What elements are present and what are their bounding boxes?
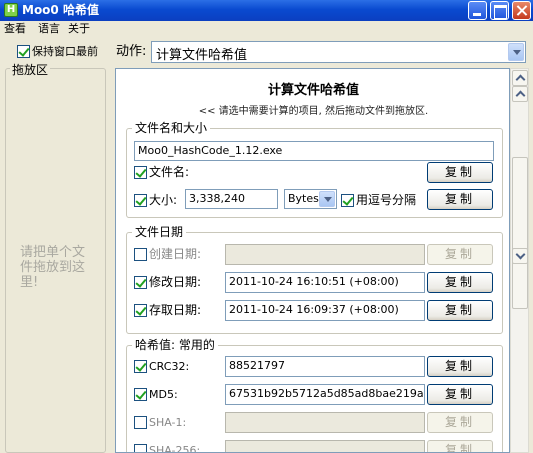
comma-option[interactable]: 用逗号分隔 xyxy=(341,192,416,208)
created-checkbox[interactable] xyxy=(134,248,147,261)
minimize-button[interactable] xyxy=(468,1,487,20)
window-title: Moo0 哈希值 xyxy=(22,3,99,17)
md5-checkbox[interactable] xyxy=(134,388,147,401)
filename-checkbox[interactable] xyxy=(134,166,147,179)
menu-about[interactable]: 关于 xyxy=(68,22,90,36)
title-bar[interactable]: H Moo0 哈希值 xyxy=(0,0,533,21)
filename-label: 文件名: xyxy=(149,165,190,179)
filename-option[interactable]: 文件名: xyxy=(134,164,189,180)
comma-checkbox[interactable] xyxy=(341,194,354,207)
scroll-top-icon[interactable] xyxy=(512,86,528,102)
size-unit-select[interactable]: Bytes xyxy=(284,189,337,209)
app-icon: H xyxy=(4,3,18,17)
action-select[interactable]: 计算文件哈希值 xyxy=(151,41,526,63)
sha256-field xyxy=(225,440,425,452)
created-option[interactable]: 创建日期: xyxy=(134,246,201,262)
chevron-down-icon[interactable] xyxy=(319,191,335,207)
copy-md5-button[interactable]: 复制 xyxy=(427,384,493,405)
menu-view[interactable]: 查看 xyxy=(4,22,26,36)
crc32-option[interactable]: CRC32: xyxy=(134,358,189,375)
scroll-down-icon[interactable] xyxy=(512,248,528,264)
options-panel: 计算文件哈希值 << 请选中需要计算的项目, 然后拖动文件到拖放区. 文件名和大… xyxy=(115,68,510,453)
close-button[interactable] xyxy=(512,1,531,20)
copy-crc32-button[interactable]: 复制 xyxy=(427,356,493,377)
accessed-checkbox[interactable] xyxy=(134,304,147,317)
drop-zone-legend: 拖放区 xyxy=(10,61,51,78)
accessed-field[interactable]: 2011-10-24 16:09:37 (+08:00) xyxy=(225,300,425,321)
crc32-label: CRC32: xyxy=(149,360,190,373)
action-label: 动作: xyxy=(116,44,147,59)
keep-on-top-label: 保持窗口最前 xyxy=(32,45,98,58)
scroll-up-icon[interactable] xyxy=(512,70,528,86)
sha1-checkbox[interactable] xyxy=(134,416,147,429)
menu-bar: 查看 语言 关于 xyxy=(0,21,533,37)
copy-created-button: 复制 xyxy=(427,244,493,265)
chevron-down-icon[interactable] xyxy=(508,43,524,61)
size-checkbox[interactable] xyxy=(134,194,147,207)
panel-title: 计算文件哈希值 xyxy=(267,83,359,98)
top-toolbar: 保持窗口最前 动作: 计算文件哈希值 xyxy=(0,37,533,67)
accessed-option[interactable]: 存取日期: xyxy=(134,302,201,318)
drop-zone-hint: 请把单个文件拖放到这里! xyxy=(20,245,86,290)
vertical-scrollbar[interactable] xyxy=(510,68,529,453)
sha256-checkbox[interactable] xyxy=(134,444,147,452)
modified-field[interactable]: 2011-10-24 16:10:51 (+08:00) xyxy=(225,272,425,293)
hashes-legend: 哈希值: 常用的 xyxy=(132,338,218,352)
copy-filename-button[interactable]: 复制 xyxy=(427,162,493,183)
md5-field[interactable]: 67531b92b5712a5d85ad8bae219acbf0 xyxy=(225,384,425,405)
accessed-label: 存取日期: xyxy=(149,303,202,317)
copy-modified-button[interactable]: 复制 xyxy=(427,272,493,293)
sha256-label: SHA-256: xyxy=(149,444,201,453)
md5-label: MD5: xyxy=(149,388,178,401)
comma-label: 用逗号分隔 xyxy=(356,193,417,207)
scrollbar-thumb[interactable] xyxy=(512,157,528,309)
created-field xyxy=(225,244,425,265)
action-select-value: 计算文件哈希值 xyxy=(156,48,248,63)
filename-field[interactable]: Moo0_HashCode_1.12.exe xyxy=(134,141,494,161)
menu-language[interactable]: 语言 xyxy=(38,22,60,36)
sha1-label: SHA-1: xyxy=(149,416,187,429)
name-size-legend: 文件名和大小 xyxy=(132,121,211,135)
copy-sha256-button: 复制 xyxy=(427,440,493,452)
sha256-option[interactable]: SHA-256: xyxy=(134,442,201,453)
crc32-field[interactable]: 88521797 xyxy=(225,356,425,377)
panel-subtitle: << 请选中需要计算的项目, 然后拖动文件到拖放区. xyxy=(198,106,429,117)
created-label: 创建日期: xyxy=(149,247,202,261)
copy-size-button[interactable]: 复制 xyxy=(427,189,493,210)
dates-legend: 文件日期 xyxy=(132,225,187,239)
keep-on-top-checkbox[interactable] xyxy=(17,45,30,58)
sha1-field xyxy=(225,412,425,433)
copy-accessed-button[interactable]: 复制 xyxy=(427,300,493,321)
md5-option[interactable]: MD5: xyxy=(134,386,178,403)
modified-option[interactable]: 修改日期: xyxy=(134,274,201,290)
crc32-checkbox[interactable] xyxy=(134,360,147,373)
copy-sha1-button: 复制 xyxy=(427,412,493,433)
size-unit-value: Bytes xyxy=(288,192,319,205)
size-field[interactable]: 3,338,240 xyxy=(185,189,278,209)
size-label: 大小: xyxy=(149,193,178,207)
modified-label: 修改日期: xyxy=(149,275,202,289)
maximize-button[interactable] xyxy=(490,1,509,20)
modified-checkbox[interactable] xyxy=(134,276,147,289)
size-option[interactable]: 大小: xyxy=(134,192,177,208)
sha1-option[interactable]: SHA-1: xyxy=(134,414,186,431)
